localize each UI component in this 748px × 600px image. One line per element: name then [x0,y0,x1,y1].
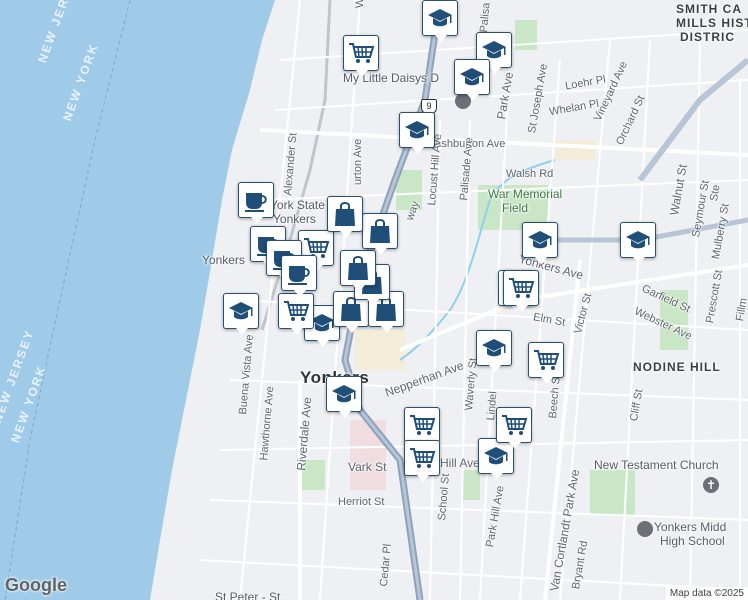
label-yonkers-small: Yonkers [202,253,245,267]
grocery-marker[interactable] [503,270,539,312]
grocery-marker[interactable] [343,35,379,77]
place-yonkers-station: Yonkers [273,212,316,226]
expressway [637,57,748,182]
shopping-marker[interactable] [327,196,363,238]
google-logo: Google [5,575,67,595]
place-yonkers-middle[interactable]: Yonkers Midd [654,520,726,534]
cafe-marker[interactable] [238,182,274,224]
place-war-memorial[interactable]: War Memorial [488,187,562,201]
street-hill-ave: Hill Ave [440,456,480,470]
school-marker[interactable] [223,293,259,335]
street-vark: Vark St [348,460,387,474]
downtown-area [355,330,405,370]
school-poi-icon[interactable] [637,521,653,537]
grocery-marker[interactable] [404,440,440,482]
church-icon[interactable]: ✝ [703,477,719,493]
place-york-state: York State [270,198,325,212]
shopping-marker[interactable] [340,250,376,292]
school-marker[interactable] [422,0,458,42]
map-canvas[interactable]: 9 NEW JERSEY NEW YORK NEW JERSEY NEW YOR… [0,0,748,600]
park-south2 [462,470,480,500]
shopping-marker[interactable] [362,213,398,255]
district-line-2: MILLS HIST [676,16,748,30]
grocery-marker[interactable] [278,293,314,335]
ashburton-area [555,140,595,160]
grocery-marker[interactable] [404,407,440,449]
district-line-1: SMITH CA [676,2,742,16]
school-marker[interactable] [399,112,435,154]
grocery-marker[interactable] [496,407,532,449]
school-marker[interactable] [620,222,656,264]
street-ashburton-n: urton Ave [352,138,364,185]
street-walsh: Walsh Rd [506,168,554,180]
district-line-3: DISTRIC [680,30,735,44]
place-field: Field [502,201,529,215]
park-east [590,470,635,515]
place-st-peter[interactable]: St Peter - St. [215,590,284,600]
school-marker[interactable] [454,59,490,101]
map-attribution[interactable]: Map data ©2025 [665,587,748,600]
neighborhood-nodine-hill: NODINE HILL [633,360,721,374]
school-marker[interactable] [476,330,512,372]
cafe-marker[interactable] [281,255,317,297]
place-high-school: High School [660,534,725,548]
school-marker[interactable] [522,222,558,264]
street-wo: Wo [354,0,366,8]
street-herriot: Herriot St [338,496,385,508]
school-marker[interactable] [326,376,362,418]
place-new-testament-church[interactable]: New Testament Church [594,458,719,472]
grocery-marker[interactable] [528,342,564,384]
